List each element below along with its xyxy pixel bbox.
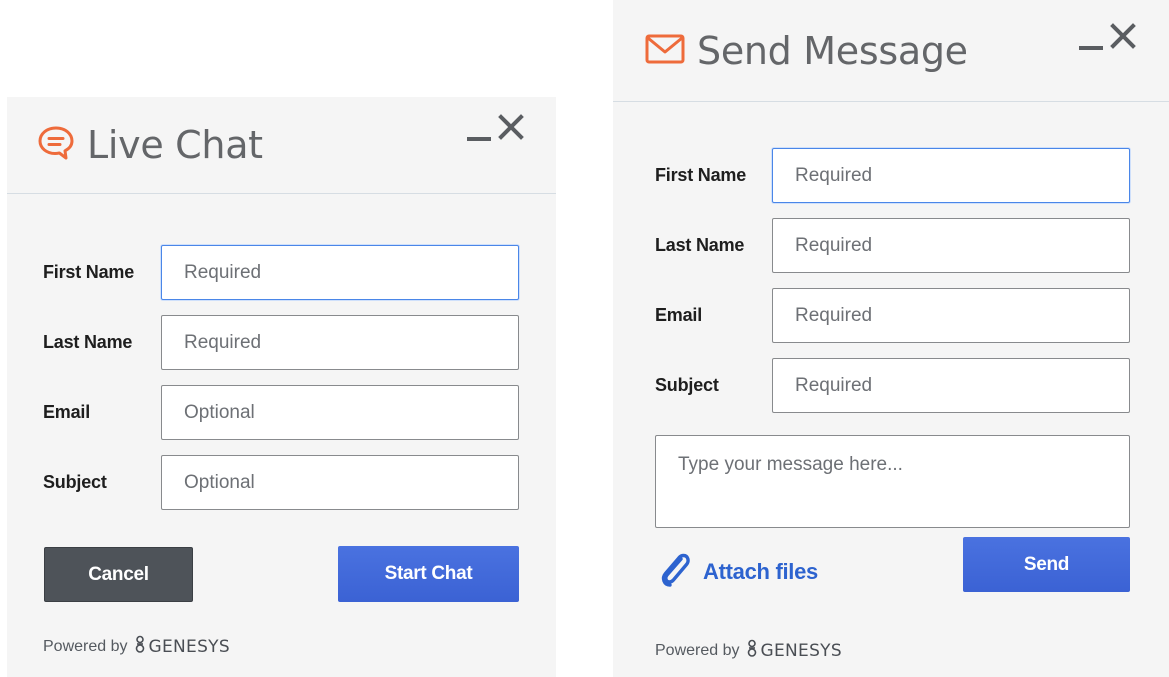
live-chat-title: Live Chat (87, 123, 263, 167)
email-input[interactable] (772, 288, 1130, 343)
close-button[interactable] (497, 113, 525, 143)
first-name-input[interactable] (772, 148, 1130, 203)
live-chat-panel: Live Chat First Name Last Name Email Sub… (7, 97, 556, 677)
start-chat-button[interactable]: Start Chat (338, 546, 519, 602)
subject-input[interactable] (772, 358, 1130, 413)
last-name-input[interactable] (161, 315, 519, 370)
live-chat-title-group: Live Chat (37, 121, 263, 169)
chat-bubble-icon (37, 125, 75, 166)
subject-input[interactable] (161, 455, 519, 510)
paperclip-icon (657, 551, 693, 592)
minimize-button[interactable] (467, 113, 491, 143)
powered-by-text: Powered by (43, 637, 128, 655)
first-name-input[interactable] (161, 245, 519, 300)
close-icon (1110, 23, 1136, 49)
last-name-label: Last Name (43, 332, 133, 352)
envelope-icon (645, 34, 685, 69)
send-button[interactable]: Send (963, 537, 1130, 592)
send-message-header: Send Message (613, 0, 1169, 102)
message-textarea[interactable] (655, 435, 1130, 528)
last-name-input[interactable] (772, 218, 1130, 273)
email-label: Email (43, 402, 91, 422)
genesys-brand: GENESYS (760, 640, 842, 661)
cancel-button[interactable]: Cancel (44, 547, 193, 602)
first-name-label: First Name (43, 262, 135, 282)
attach-files-label: Attach files (703, 558, 818, 584)
send-message-title-group: Send Message (645, 26, 968, 76)
powered-by-text: Powered by (655, 641, 740, 659)
email-input[interactable] (161, 385, 519, 440)
live-chat-header: Live Chat (7, 97, 556, 194)
live-chat-window-controls (467, 113, 525, 143)
send-message-title: Send Message (697, 29, 968, 73)
subject-label: Subject (43, 472, 107, 492)
subject-label: Subject (655, 375, 719, 395)
send-message-window-controls (1079, 22, 1137, 52)
genesys-logo-icon (746, 639, 758, 662)
powered-by: Powered by GENESYS (43, 635, 230, 658)
genesys-brand: GENESYS (148, 636, 230, 657)
send-message-panel: Send Message First Name Last Name Email … (613, 0, 1169, 677)
email-label: Email (655, 305, 703, 325)
first-name-label: First Name (655, 165, 747, 185)
last-name-label: Last Name (655, 235, 745, 255)
minimize-button[interactable] (1079, 22, 1103, 52)
close-icon (498, 114, 524, 140)
close-button[interactable] (1109, 22, 1137, 52)
genesys-logo-icon (134, 635, 146, 658)
attach-files-link[interactable]: Attach files (657, 551, 818, 592)
powered-by: Powered by GENESYS (655, 639, 842, 662)
